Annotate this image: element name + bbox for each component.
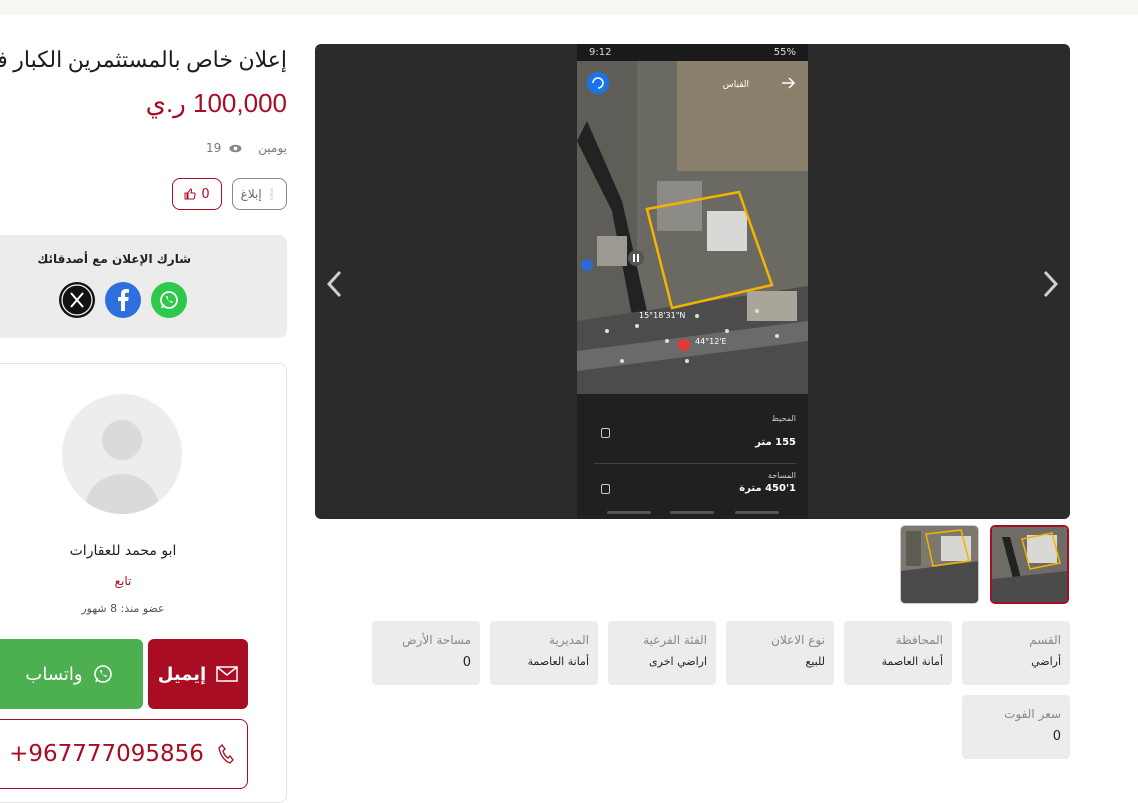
- facebook-icon[interactable]: [105, 282, 141, 318]
- eye-icon: [229, 144, 242, 152]
- spec-label: مساحة الأرض: [402, 633, 471, 647]
- share-title: شارك الإعلان مع أصدقائك: [37, 252, 191, 266]
- phone-time: 9:12: [589, 47, 612, 58]
- copy-icon: [601, 484, 610, 494]
- top-bar: [0, 0, 1138, 15]
- spec-subcategory: الفئة الفرعية اراضي اخرى: [608, 621, 716, 685]
- x-icon[interactable]: [59, 282, 95, 318]
- posted-ago: يومين: [258, 141, 287, 155]
- phone-icon: [218, 744, 234, 764]
- perimeter-value: 155 متر: [755, 437, 796, 448]
- thumbs-up-icon: [184, 188, 196, 200]
- spec-label: المحافظة: [895, 633, 943, 647]
- spec-governorate: المحافظة أمانة العاصمة: [844, 621, 952, 685]
- spec-label: القسم: [1029, 633, 1061, 647]
- spec-label: نوع الاعلان: [771, 633, 825, 647]
- whatsapp-button[interactable]: واتساب: [0, 639, 143, 709]
- member-since: عضو منذ: 8 شهور: [81, 602, 165, 615]
- chevron-left-icon[interactable]: [323, 268, 347, 300]
- email-button[interactable]: إيميل: [148, 639, 248, 709]
- follow-link[interactable]: تابع: [0, 574, 246, 588]
- spec-label: الفئة الفرعية: [643, 633, 707, 647]
- nav-bar-line: [607, 511, 651, 514]
- whatsapp-icon[interactable]: [151, 282, 187, 318]
- satellite-map: القياس 15°18'31"N 44°12'E: [577, 61, 808, 394]
- spec-district: المديرية أمانة العاصمة: [490, 621, 598, 685]
- measurement-panel: المحيط 155 متر المساحة 1'450 مترة: [577, 394, 808, 519]
- views-count: 19: [205, 141, 222, 155]
- svg-text:القياس: القياس: [723, 80, 749, 90]
- phone-number: +967777095856: [9, 741, 204, 767]
- listing-photo[interactable]: 9:12 55% القياس 15°18'31"N 44°12'E المحي…: [577, 44, 808, 519]
- whatsapp-label: واتساب: [25, 663, 83, 685]
- svg-text:15°18'31"N: 15°18'31"N: [639, 311, 685, 320]
- envelope-icon: [216, 666, 238, 682]
- avatar: [62, 394, 182, 514]
- spec-value: 0: [1052, 729, 1061, 744]
- divider: [594, 463, 796, 464]
- spec-label: المديرية: [549, 633, 589, 647]
- spec-label: سعر الفوت: [1004, 707, 1061, 721]
- listing-meta: 19 يومين: [180, 141, 287, 155]
- spec-ad-type: نوع الاعلان للبيع: [726, 621, 834, 685]
- thumbnail-image[interactable]: [900, 525, 979, 604]
- nav-bar-line: [670, 511, 714, 514]
- like-button[interactable]: 0: [172, 178, 222, 210]
- seller-name: ابو محمد للعقارات: [69, 543, 177, 559]
- perimeter-label: المحيط: [771, 414, 796, 423]
- spec-value: أراضي: [1031, 655, 1061, 668]
- whatsapp-icon: [93, 665, 112, 683]
- image-gallery: 9:12 55% القياس 15°18'31"N 44°12'E المحي…: [315, 44, 1070, 519]
- area-label: المساحة: [767, 471, 796, 480]
- listing-price: 100,000 ر.ي: [145, 88, 287, 118]
- phone-status-bar: 9:12 55%: [577, 44, 808, 61]
- thumbnail-strip: [900, 525, 1069, 604]
- share-icons: [59, 282, 187, 318]
- spec-value: اراضي اخرى: [649, 655, 707, 668]
- spec-value: أمانة العاصمة: [881, 655, 943, 668]
- spec-category: القسم أراضي: [962, 621, 1070, 685]
- svg-text:44°12'E: 44°12'E: [695, 337, 727, 346]
- phone-button[interactable]: +967777095856: [0, 719, 248, 789]
- spec-value: أمانة العاصمة: [527, 655, 589, 668]
- spec-land-area: مساحة الأرض 0: [372, 621, 480, 685]
- share-box: شارك الإعلان مع أصدقائك: [0, 235, 287, 338]
- email-label: إيميل: [157, 663, 207, 685]
- spec-value: 0: [462, 655, 471, 670]
- report-label: إبلاغ: [240, 187, 262, 201]
- phone-battery: 55%: [773, 47, 796, 58]
- spec-foot-price: سعر الفوت 0: [962, 695, 1070, 759]
- thumbnail-image-active[interactable]: [990, 525, 1069, 604]
- spec-value: للبيع: [805, 655, 826, 668]
- area-value: 1'450 مترة: [739, 483, 796, 494]
- nav-bar-line: [735, 511, 779, 514]
- chevron-right-icon[interactable]: [1038, 268, 1062, 300]
- listing-actions: 0 ❕ إبلاغ: [172, 178, 287, 210]
- likes-count: 0: [201, 186, 210, 202]
- copy-icon: [601, 428, 610, 438]
- report-button[interactable]: ❕ إبلاغ: [232, 178, 287, 210]
- exclamation-icon: ❕: [264, 187, 279, 201]
- listing-title: إعلان خاص بالمستثمرين الكبار فقط: [0, 47, 287, 72]
